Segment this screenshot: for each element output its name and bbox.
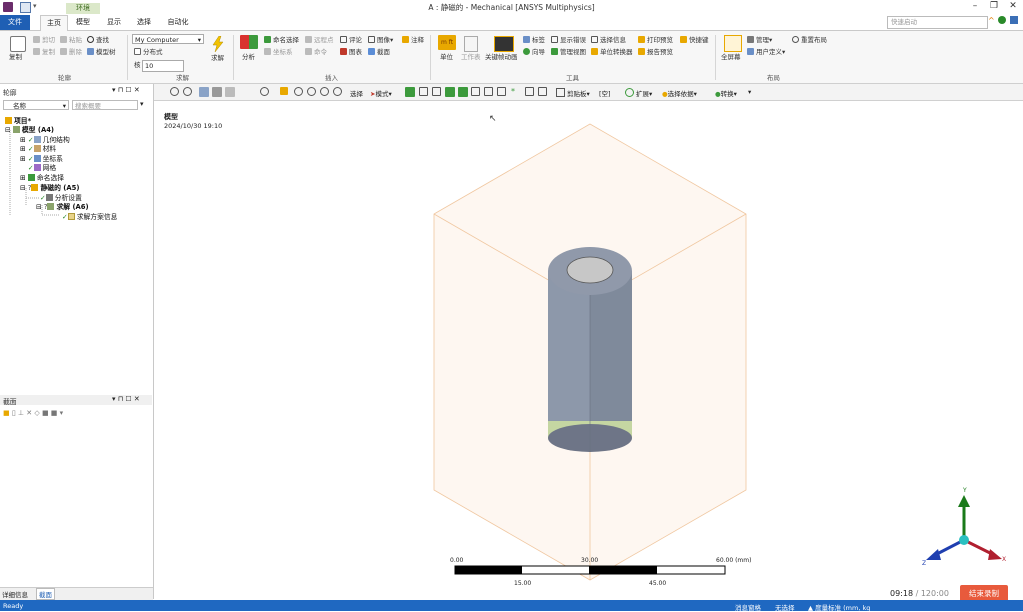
recording-time: 09:18 / 120:00 bbox=[890, 589, 949, 598]
coordinate-triad[interactable] bbox=[920, 485, 1010, 570]
scale-label: 60.00 (mm) bbox=[716, 557, 752, 564]
status-ready: Ready bbox=[3, 602, 24, 610]
cylinder-body bbox=[548, 247, 632, 452]
axis-label-y: Y bbox=[963, 487, 967, 494]
scale-label: 0.00 bbox=[450, 557, 464, 564]
axis-label-x: X bbox=[1002, 556, 1007, 563]
scale-bar bbox=[454, 565, 726, 575]
axis-label-z: Z bbox=[922, 560, 927, 567]
scale-label: 15.00 bbox=[514, 580, 532, 587]
model-geometry bbox=[433, 123, 747, 581]
scale-label: 45.00 bbox=[649, 580, 667, 587]
scale-label: 30.00 bbox=[581, 557, 599, 564]
